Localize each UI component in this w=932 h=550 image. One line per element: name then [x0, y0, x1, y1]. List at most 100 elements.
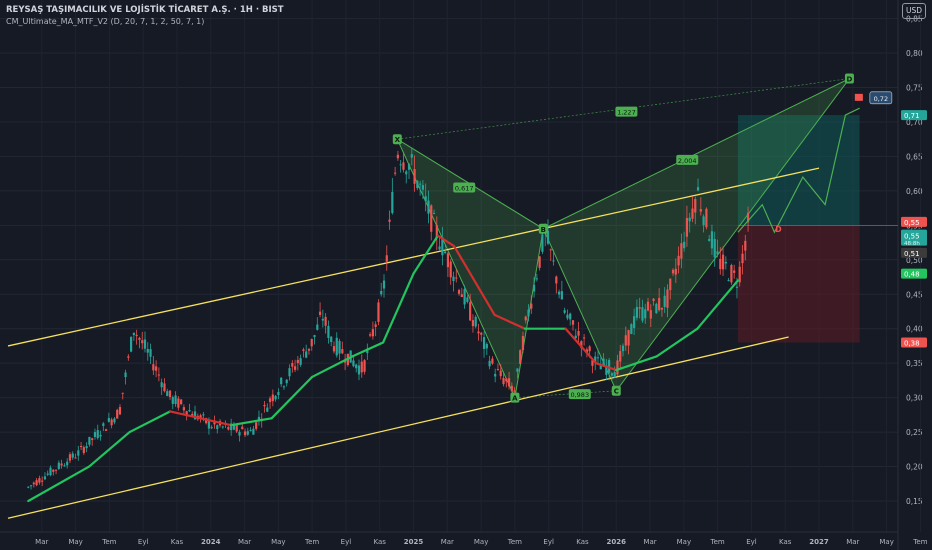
candle-body — [66, 461, 69, 466]
candle-body — [305, 351, 308, 358]
indicator-legend[interactable]: CM_Ultimate_MA_MTF_V2 (D, 20, 7, 1, 2, 5… — [6, 17, 204, 26]
candle-body — [535, 278, 538, 280]
candle-body — [430, 205, 433, 232]
candle-body — [388, 219, 391, 222]
candle-body — [107, 418, 110, 422]
ratio-label-text: 0,983 — [570, 391, 589, 399]
candle-body — [332, 346, 336, 352]
candle-body — [79, 446, 83, 448]
candle-body — [446, 253, 450, 268]
candle-body — [316, 324, 319, 330]
candle-body — [38, 478, 41, 483]
candle-body — [380, 290, 383, 295]
x-tick-label: 2027 — [809, 538, 829, 546]
candle-body — [171, 397, 174, 404]
candle-body — [402, 162, 405, 170]
candle-body — [633, 316, 636, 329]
price-chart[interactable]: 0,150,200,250,300,350,400,450,500,550,60… — [0, 0, 932, 550]
pattern-point-label: D — [847, 76, 853, 84]
candle-body — [685, 218, 689, 237]
candle-body — [371, 329, 374, 337]
candle-body — [188, 409, 191, 412]
x-tick-label: Mar — [238, 538, 251, 546]
candle-body — [613, 372, 616, 378]
candle-body — [460, 294, 463, 298]
candle-body — [246, 431, 249, 435]
candle-body — [516, 368, 519, 372]
candle-body — [455, 277, 458, 279]
candle-body — [683, 241, 686, 249]
candle-body — [649, 310, 652, 319]
candle-body — [394, 172, 397, 174]
candle-body — [413, 169, 416, 184]
currency-button[interactable]: USD — [902, 3, 926, 19]
candle-body — [652, 298, 655, 301]
candle-body — [166, 391, 169, 397]
candle-body — [54, 469, 58, 471]
candle-body — [677, 255, 680, 266]
price-label-text: 0,71 — [904, 112, 920, 120]
x-tick-label: 2024 — [201, 538, 221, 546]
candle-body — [141, 340, 144, 344]
candle-body — [296, 359, 299, 364]
candle-body — [432, 213, 436, 215]
candle-body — [96, 430, 99, 439]
candle-body — [405, 171, 408, 175]
target-marker — [854, 93, 863, 101]
candle-body — [293, 366, 297, 370]
candle-body — [324, 316, 327, 326]
x-tick-label: Tem — [304, 538, 319, 546]
candle-body — [63, 465, 66, 467]
candle-body — [280, 377, 283, 385]
candle-body — [494, 373, 497, 377]
candle-body — [480, 332, 483, 335]
candle-body — [377, 302, 380, 322]
candle-body — [610, 373, 613, 376]
candle-body — [274, 395, 277, 400]
candle-body — [744, 240, 747, 251]
candle-body — [560, 291, 563, 300]
candle-body — [41, 480, 44, 482]
candle-body — [243, 431, 247, 436]
candle-body — [241, 426, 244, 430]
candle-body — [127, 356, 130, 358]
candle-body — [330, 336, 333, 343]
candle-body — [730, 264, 733, 283]
candle-body — [27, 486, 30, 488]
candle-body — [674, 268, 677, 275]
x-tick-label: Mar — [846, 538, 859, 546]
candle-body — [505, 378, 508, 382]
candle-body — [466, 297, 469, 302]
candle-body — [238, 431, 241, 436]
price-label-text: 0,51 — [904, 250, 920, 258]
candle-body — [132, 332, 135, 336]
candle-body — [338, 340, 341, 354]
candle-body — [399, 164, 402, 166]
candle-body — [485, 343, 488, 349]
candle-body — [249, 430, 252, 432]
candle-body — [658, 297, 661, 311]
candle-body — [74, 457, 77, 459]
candle-body — [60, 463, 63, 466]
candle-body — [360, 361, 363, 373]
candle-body — [635, 307, 639, 318]
moving-average-segment — [311, 355, 354, 379]
x-tick-label: May — [677, 538, 691, 546]
candle-body — [57, 462, 60, 469]
candle-body — [477, 331, 480, 334]
x-tick-label: Kas — [779, 538, 792, 546]
candle-body — [68, 454, 72, 461]
candle-body — [157, 374, 160, 376]
candle-body — [335, 337, 338, 356]
candle-body — [310, 338, 313, 347]
x-tick-label: Eyl — [746, 538, 757, 546]
candle-body — [385, 255, 388, 262]
candle-body — [733, 270, 736, 273]
candle-body — [724, 261, 727, 264]
candle-body — [669, 278, 672, 291]
pattern-point-label: X — [395, 136, 401, 144]
candle-body — [680, 243, 683, 259]
candle-body — [688, 217, 691, 222]
candle-body — [449, 261, 452, 278]
candle-body — [527, 309, 530, 317]
